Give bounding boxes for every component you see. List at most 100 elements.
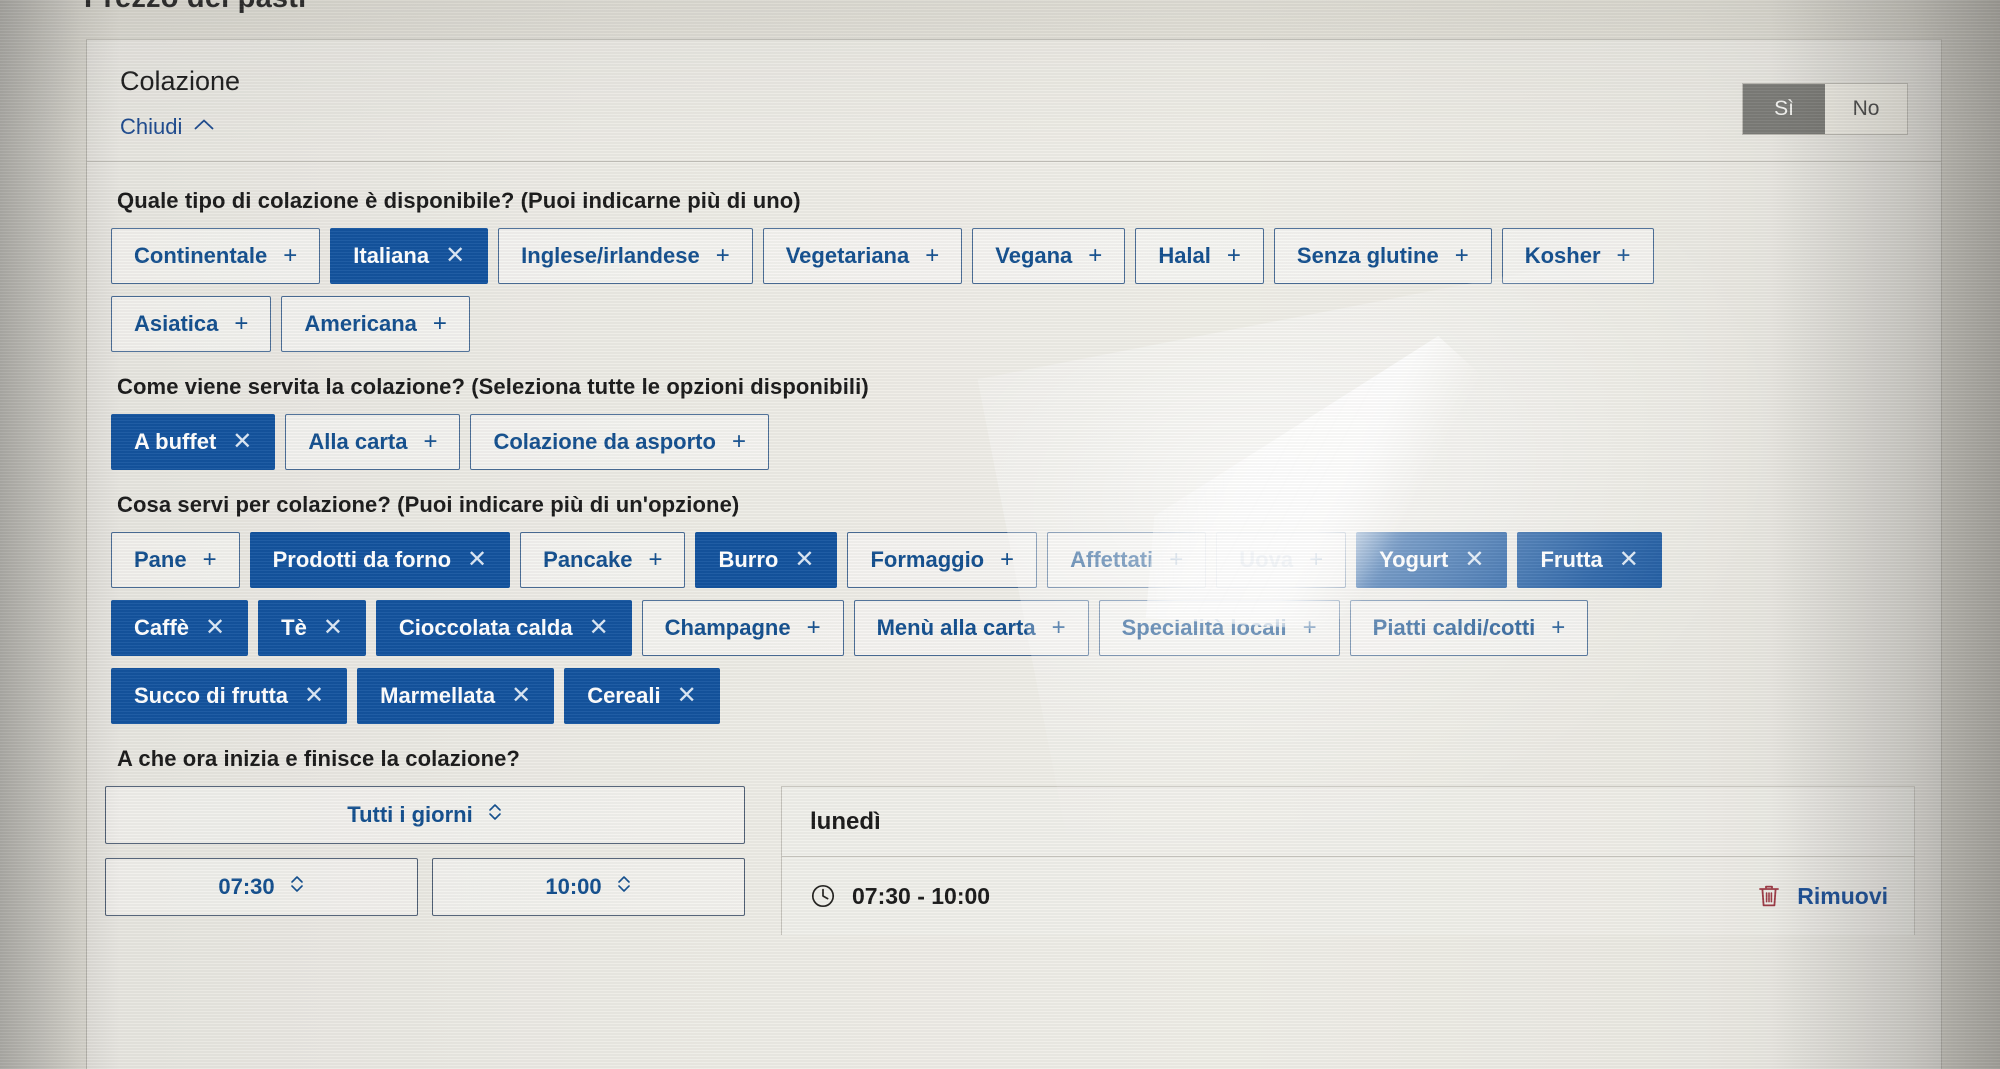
chip-marmellata[interactable]: Marmellata ✕ <box>357 668 555 724</box>
toggle-option-yes[interactable]: Sì <box>1743 84 1825 134</box>
add-icon: + <box>202 546 217 573</box>
days-select[interactable]: Tutti i giorni <box>105 786 745 844</box>
chip-specialita-locali[interactable]: Specialità locali + <box>1098 600 1340 656</box>
chip-label: Specialità locali <box>1121 615 1287 640</box>
chip-label: Uova <box>1239 547 1294 572</box>
chip-americana[interactable]: Americana + <box>281 296 470 352</box>
chip-label: Americana <box>304 311 417 336</box>
add-icon: + <box>1302 614 1317 641</box>
chip-label: Halal <box>1158 243 1211 268</box>
chip-prodotti-da-forno[interactable]: Prodotti da forno ✕ <box>249 532 511 588</box>
remove-icon: ✕ <box>1618 546 1639 573</box>
chip-vegana[interactable]: Vegana + <box>972 228 1126 284</box>
screen: Prezzo dei pasti Colazione Chiudi Sì No … <box>0 0 2000 1069</box>
schedule-controls: Tutti i giorni 07:30 10:00 <box>105 786 745 935</box>
close-section-link[interactable]: Chiudi <box>120 114 214 140</box>
chip-cereali[interactable]: Cereali ✕ <box>564 668 720 724</box>
chip-label: Continentale <box>134 243 268 268</box>
remove-icon: ✕ <box>445 242 466 269</box>
add-icon: + <box>925 242 940 269</box>
chip-label: Succo di frutta <box>134 683 289 708</box>
chip-row: Pane + Prodotti da forno ✕ Pancake + Burro ✕… <box>111 532 1941 588</box>
start-time-value: 07:30 <box>218 874 275 899</box>
chip-pane[interactable]: Pane + <box>111 532 240 588</box>
chip-champagne[interactable]: Champagne + <box>641 600 844 656</box>
question-label: Quale tipo di colazione è disponibile? (… <box>117 188 801 213</box>
add-icon: + <box>432 310 447 337</box>
chip-inglese-irlandese[interactable]: Inglese/irlandese + <box>498 228 753 284</box>
add-icon: + <box>806 614 821 641</box>
chip-label: Caffè <box>134 615 190 640</box>
chip-caffe[interactable]: Caffè ✕ <box>111 600 249 656</box>
stepper-icon <box>487 801 503 829</box>
chip-row: A buffet ✕ Alla carta + Colazione da aspor… <box>111 414 1941 470</box>
chip-te[interactable]: Tè ✕ <box>258 600 366 656</box>
remove-schedule-label: Rimuovi <box>1797 882 1888 909</box>
chip-senza-glutine[interactable]: Senza glutine + <box>1273 228 1492 284</box>
chip-cioccolata-calda[interactable]: Cioccolata calda ✕ <box>375 600 632 656</box>
chip-a-buffet[interactable]: A buffet ✕ <box>111 414 276 470</box>
chevron-up-icon <box>194 116 214 136</box>
section-header: Colazione Chiudi Sì No <box>87 40 1941 162</box>
schedule-question-label: A che ora inizia e finisce la colazione? <box>117 746 520 771</box>
availability-toggle[interactable]: Sì No <box>1742 83 1908 135</box>
chip-frutta[interactable]: Frutta ✕ <box>1517 532 1662 588</box>
chip-vegetariana[interactable]: Vegetariana + <box>762 228 963 284</box>
days-select-value: Tutti i giorni <box>347 802 473 827</box>
chip-label: Alla carta <box>308 429 408 454</box>
page-title-cutoff: Prezzo dei pasti <box>84 0 306 15</box>
time-range-row: 07:30 10:00 <box>105 858 745 916</box>
stepper-icon <box>289 873 305 901</box>
chip-uova[interactable]: Uova + <box>1216 532 1347 588</box>
question-label: Come viene servita la colazione? (Selezi… <box>117 374 869 399</box>
remove-schedule-button[interactable]: Rimuovi <box>1757 883 1888 910</box>
chip-label: Cereali <box>587 683 661 708</box>
chip-pancake[interactable]: Pancake + <box>520 532 686 588</box>
chip-label: Pane <box>134 547 187 572</box>
add-icon: + <box>1088 242 1103 269</box>
stepper-icon <box>616 873 632 901</box>
add-icon: + <box>1309 546 1324 573</box>
remove-icon: ✕ <box>467 546 488 573</box>
chip-affettati[interactable]: Affettati + <box>1047 532 1207 588</box>
end-time-select[interactable]: 10:00 <box>432 858 745 916</box>
chip-label: Frutta <box>1540 547 1603 572</box>
start-time-select[interactable]: 07:30 <box>105 858 418 916</box>
remove-icon: ✕ <box>511 682 532 709</box>
add-icon: + <box>731 428 746 455</box>
chip-label: Italiana <box>353 243 430 268</box>
chip-kosher[interactable]: Kosher + <box>1501 228 1654 284</box>
chip-halal[interactable]: Halal + <box>1135 228 1264 284</box>
chip-succo-di-frutta[interactable]: Succo di frutta ✕ <box>111 668 348 724</box>
chip-italiana[interactable]: Italiana ✕ <box>330 228 489 284</box>
chip-label: Champagne <box>664 615 791 640</box>
chip-continentale[interactable]: Continentale + <box>111 228 321 284</box>
question-label: Cosa servi per colazione? (Puoi indicare… <box>117 492 740 517</box>
chip-formaggio[interactable]: Formaggio + <box>847 532 1038 588</box>
remove-icon: ✕ <box>322 614 343 641</box>
chip-burro[interactable]: Burro ✕ <box>695 532 838 588</box>
chip-label: Vegetariana <box>785 243 910 268</box>
chip-label: Inglese/irlandese <box>521 243 700 268</box>
toggle-option-no[interactable]: No <box>1825 84 1907 134</box>
chip-label: Affettati <box>1070 547 1154 572</box>
chip-asiatica[interactable]: Asiatica + <box>111 296 272 352</box>
chip-alla-carta[interactable]: Alla carta + <box>285 414 461 470</box>
preview-row: 07:30 - 10:00 Rimuovi <box>782 857 1914 935</box>
clock-icon <box>810 883 836 909</box>
chip-yogurt[interactable]: Yogurt ✕ <box>1356 532 1508 588</box>
preview-time-range: 07:30 - 10:00 <box>852 882 991 909</box>
chip-label: Prodotti da forno <box>272 547 452 572</box>
chip-label: Asiatica <box>134 311 219 336</box>
chip-colazione-da-asporto[interactable]: Colazione da asporto + <box>470 414 769 470</box>
trash-icon <box>1757 883 1781 909</box>
remove-icon: ✕ <box>1464 546 1485 573</box>
chip-piatti-caldi-cotti[interactable]: Piatti caldi/cotti + <box>1349 600 1589 656</box>
schedule-area: Tutti i giorni 07:30 10:00 lunedì 07:30 … <box>87 786 1941 935</box>
breakfast-section-card: Colazione Chiudi Sì No Quale tipo di col… <box>86 39 1942 1069</box>
chip-label: Senza glutine <box>1296 243 1439 268</box>
add-icon: + <box>1169 546 1184 573</box>
add-icon: + <box>234 310 249 337</box>
preview-day-label: lunedì <box>782 787 1914 857</box>
chip-menu-alla-carta[interactable]: Menù alla carta + <box>853 600 1089 656</box>
